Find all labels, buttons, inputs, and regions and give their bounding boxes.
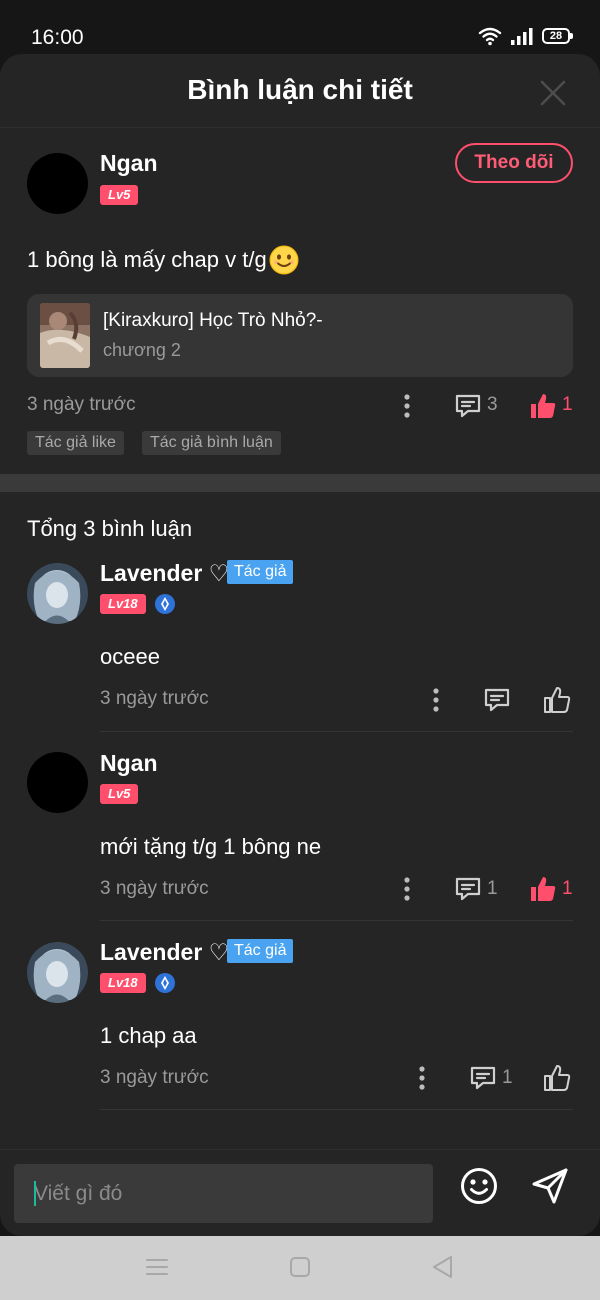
sheet-header: Bình luận chi tiết bbox=[0, 54, 600, 128]
more-icon[interactable] bbox=[417, 1065, 427, 1091]
author-like-chip: Tác giả like bbox=[27, 431, 124, 455]
level-badge: Lv18 bbox=[100, 973, 146, 993]
level-badge: Lv18 bbox=[100, 594, 146, 614]
username[interactable]: Ngan bbox=[100, 150, 158, 177]
reply-icon[interactable] bbox=[469, 1064, 497, 1092]
reply-count: 1 bbox=[487, 878, 498, 899]
comment-text: 1 bông là mấy chap v t/g bbox=[27, 244, 300, 276]
author-tag: Tác giả bbox=[227, 939, 294, 963]
wifi-icon bbox=[478, 27, 502, 46]
avatar[interactable] bbox=[27, 942, 88, 1003]
username[interactable]: Lavender ♡ bbox=[100, 560, 229, 587]
reply-icon[interactable] bbox=[483, 686, 511, 714]
total-comments-label: Tổng 3 bình luận bbox=[27, 516, 193, 541]
avatar[interactable] bbox=[27, 752, 88, 813]
avatar[interactable] bbox=[27, 153, 88, 214]
username[interactable]: Ngan bbox=[100, 750, 158, 777]
comment-input-bar bbox=[0, 1149, 600, 1236]
text-caret bbox=[34, 1181, 36, 1206]
more-icon[interactable] bbox=[402, 393, 412, 419]
status-time: 16:00 bbox=[31, 26, 84, 49]
reply-count: 3 bbox=[487, 394, 498, 415]
section-divider bbox=[0, 474, 600, 492]
status-icons: 28 bbox=[478, 26, 573, 46]
menu-icon[interactable] bbox=[144, 1254, 170, 1280]
more-icon[interactable] bbox=[431, 687, 441, 713]
follow-button[interactable]: Theo dõi bbox=[455, 143, 573, 183]
comment-sheet: Bình luận chi tiết Ngan Lv5 Theo dõi 1 b… bbox=[0, 54, 600, 1236]
reply-text: 1 chap aa bbox=[100, 1023, 197, 1048]
like-icon[interactable] bbox=[529, 875, 557, 903]
username[interactable]: Lavender ♡ bbox=[100, 939, 229, 966]
reply-text: mới tặng t/g 1 bông ne bbox=[100, 834, 322, 859]
row-divider bbox=[100, 1109, 573, 1110]
row-divider bbox=[100, 731, 573, 732]
like-icon[interactable] bbox=[529, 392, 557, 420]
emoji-button-icon[interactable] bbox=[459, 1166, 499, 1206]
battery-icon: 28 bbox=[542, 28, 573, 44]
row-divider bbox=[100, 920, 573, 921]
reply-icon[interactable] bbox=[454, 392, 482, 420]
like-icon[interactable] bbox=[543, 686, 571, 714]
level-badge: Lv5 bbox=[100, 185, 139, 205]
reply-time: 3 ngày trước bbox=[100, 878, 209, 899]
like-icon[interactable] bbox=[543, 1064, 571, 1092]
level-badge: Lv5 bbox=[100, 784, 139, 804]
reply-count: 1 bbox=[502, 1067, 513, 1088]
chapter-thumbnail bbox=[40, 303, 90, 368]
home-icon[interactable] bbox=[287, 1254, 313, 1280]
author-tag: Tác giả bbox=[227, 560, 294, 584]
chapter-card[interactable]: [Kiraxkuro] Học Trò Nhỏ?- chương 2 bbox=[27, 294, 573, 377]
page-title: Bình luận chi tiết bbox=[187, 74, 413, 105]
smile-emoji-icon bbox=[269, 245, 299, 275]
like-count: 1 bbox=[562, 878, 573, 899]
shield-icon bbox=[155, 594, 175, 614]
avatar[interactable] bbox=[27, 563, 88, 624]
chapter-title: [Kiraxkuro] Học Trò Nhỏ?- bbox=[103, 310, 323, 331]
system-nav-bar bbox=[0, 1236, 600, 1300]
comment-input-box[interactable] bbox=[14, 1164, 433, 1223]
comment-input[interactable] bbox=[14, 1164, 433, 1223]
reply-time: 3 ngày trước bbox=[100, 1067, 209, 1088]
reply-text: oceee bbox=[100, 644, 160, 669]
author-comment-chip: Tác giả bình luận bbox=[142, 431, 281, 455]
reply-time: 3 ngày trước bbox=[100, 688, 209, 709]
comment-text-content: 1 bông là mấy chap v t/g bbox=[27, 247, 267, 272]
back-icon[interactable] bbox=[430, 1254, 456, 1280]
comment-time: 3 ngày trước bbox=[27, 394, 136, 415]
shield-icon bbox=[155, 973, 175, 993]
reply-icon[interactable] bbox=[454, 875, 482, 903]
send-icon[interactable] bbox=[530, 1166, 570, 1206]
chapter-subtitle: chương 2 bbox=[103, 340, 181, 360]
signal-icon bbox=[511, 28, 533, 45]
close-icon[interactable] bbox=[538, 78, 568, 108]
like-count: 1 bbox=[562, 394, 573, 415]
more-icon[interactable] bbox=[402, 876, 412, 902]
